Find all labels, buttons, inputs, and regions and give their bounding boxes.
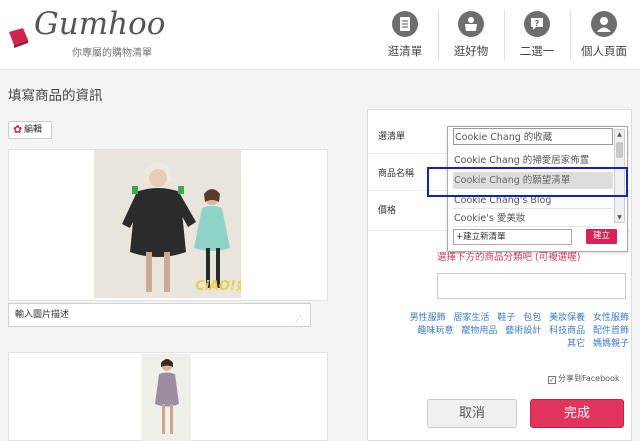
gear-icon: ✿ <box>13 123 23 136</box>
image-description-input[interactable]: 輸入圖片描述 ⋰ <box>8 303 311 327</box>
share-label: 分享到Facebook <box>558 374 620 383</box>
nav-profile[interactable]: 個人頁面 <box>572 0 636 70</box>
share-facebook[interactable]: ✓ 分享到Facebook <box>548 373 620 384</box>
nav-label: 逛清單 <box>387 44 423 58</box>
share-checkbox[interactable]: ✓ <box>548 376 556 384</box>
product-photo-2[interactable] <box>141 354 191 441</box>
edit-button[interactable]: ✿ 編輯 <box>8 121 52 139</box>
nav-browse-lists[interactable]: 逛清單 <box>374 0 436 70</box>
book-logo-icon <box>9 28 28 48</box>
nav-pick-one[interactable]: ? 二選一 <box>506 0 568 70</box>
category-row[interactable]: 趣味玩意 寵物用品 藝術設計 科技商品 配件首飾 <box>418 323 629 336</box>
nav-label: 逛好物 <box>453 44 489 58</box>
nav-divider <box>504 10 505 60</box>
svg-text:?: ? <box>535 19 540 28</box>
box-icon <box>458 11 484 37</box>
done-button[interactable]: 完成 <box>530 399 624 428</box>
nav-divider <box>570 10 571 60</box>
resize-handle-icon[interactable]: ⋰ <box>295 315 302 323</box>
scroll-up-icon[interactable]: ▲ <box>615 130 624 139</box>
person-icon <box>591 11 617 37</box>
dropdown-option[interactable]: Cookie's 愛美妝 <box>453 210 613 227</box>
product-name-label: 商品名稱 <box>378 169 415 179</box>
dropdown-option[interactable]: Cookie Chang 的收藏 <box>453 128 613 145</box>
price-label: 價格 <box>378 206 397 216</box>
list-icon <box>392 11 418 37</box>
new-list-input[interactable]: +建立新清單 <box>453 229 572 245</box>
nav-browse-items[interactable]: 逛好物 <box>440 0 502 70</box>
question-icon: ? <box>524 11 550 37</box>
category-row[interactable]: 男性服飾 居家生活 鞋子 包包 美妝保養 女性服飾 <box>410 310 629 323</box>
gumhoo-logo[interactable]: Gumhoo 你專屬的購物清單 <box>8 6 168 59</box>
nav-divider <box>438 10 439 60</box>
selection-highlight-box <box>427 167 628 197</box>
page-title: 填寫商品的資訊 <box>8 88 103 104</box>
top-header: Gumhoo 你專屬的購物清單 逛清單 逛好物 ? 二選一 個人頁面 <box>0 0 640 70</box>
cancel-button[interactable]: 取消 <box>427 399 517 428</box>
create-list-button[interactable]: 建立 <box>586 229 617 244</box>
description-placeholder: 輸入圖片描述 <box>15 310 70 320</box>
category-input[interactable] <box>437 273 626 299</box>
category-row[interactable]: 其它 媽媽親子 <box>567 336 629 349</box>
nav-label: 個人頁面 <box>581 44 627 58</box>
scroll-down-icon[interactable]: ▼ <box>615 213 624 222</box>
product-photo[interactable]: CiAO!妞 <box>94 150 241 298</box>
logo-tagline: 你專屬的購物清單 <box>72 48 152 59</box>
list-label: 選清單 <box>378 132 406 142</box>
logo-wordmark: Gumhoo <box>34 6 166 42</box>
photo-caption: CiAO!妞 <box>195 278 241 294</box>
edit-label: 編輯 <box>24 125 43 135</box>
scroll-thumb[interactable] <box>616 142 623 158</box>
nav-label: 二選一 <box>519 44 555 58</box>
